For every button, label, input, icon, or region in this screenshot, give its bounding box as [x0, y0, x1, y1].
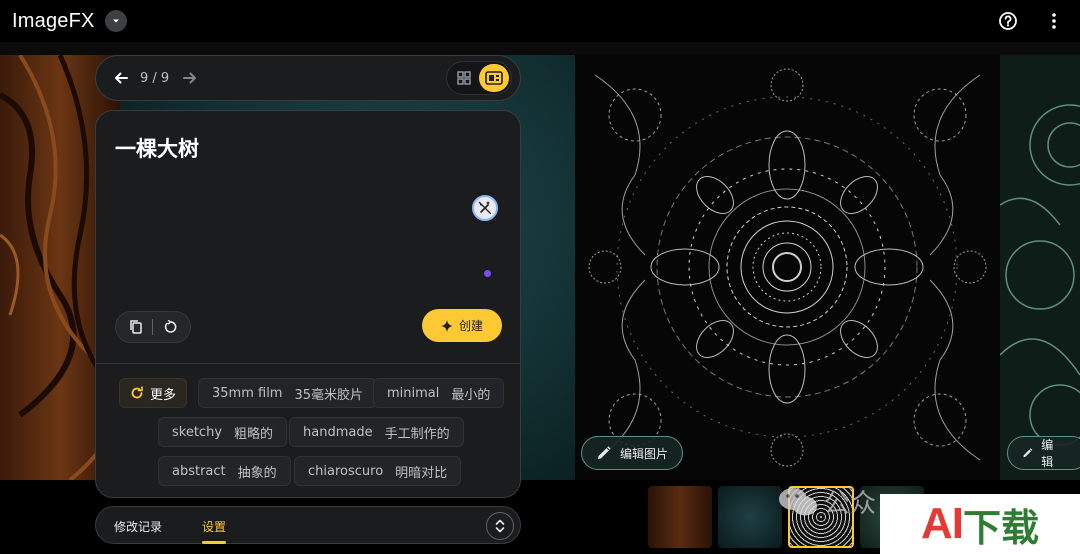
prompt-tools	[115, 311, 191, 343]
create-label: 创建	[458, 319, 483, 333]
more-options-button[interactable]	[1040, 7, 1068, 35]
pencil-icon	[598, 446, 611, 459]
edit-image-button-next[interactable]: 编辑	[1007, 436, 1080, 470]
copy-button[interactable]	[125, 316, 147, 338]
top-bar: ImageFX	[0, 0, 1080, 42]
expand-panel-button[interactable]	[486, 512, 514, 540]
generated-image-main[interactable]	[575, 55, 1000, 480]
image-navigation-bar: 9 / 9	[95, 55, 521, 101]
chip-en-label: 35mm film	[212, 385, 283, 401]
active-tab-indicator	[202, 541, 226, 544]
magic-wand-off-icon	[478, 201, 492, 215]
badge-text: 下载	[962, 505, 1039, 550]
unfold-icon	[495, 519, 505, 533]
cursor-dot	[484, 270, 491, 277]
chip-en-label: sketchy	[172, 424, 223, 440]
chip-en-label: handmade	[303, 424, 373, 440]
suggestion-chip[interactable]: handmade 手工制作的	[289, 417, 464, 447]
thumbnail[interactable]	[648, 486, 712, 548]
grid-view-button[interactable]	[449, 64, 479, 92]
ai-badge-text: AI	[920, 499, 964, 548]
reset-icon	[164, 320, 177, 333]
help-button[interactable]	[994, 7, 1022, 35]
chip-zh-label: 明暗对比	[395, 465, 448, 481]
more-label: 更多	[150, 387, 177, 403]
edit-image-label: 编辑图片	[620, 446, 669, 461]
more-vert-icon	[1052, 13, 1056, 29]
chip-en-label: chiaroscuro	[308, 463, 384, 479]
arrow-left-icon	[115, 72, 128, 84]
chip-zh-label: 最小的	[451, 387, 491, 403]
help-icon	[999, 12, 1017, 30]
wechat-watermark: 公众	[778, 483, 876, 520]
arrow-right-icon	[183, 72, 197, 84]
single-view-icon	[485, 71, 503, 85]
edit-image-label-next: 编辑	[1041, 438, 1054, 469]
view-toggle	[446, 61, 512, 95]
grid-view-icon	[457, 71, 471, 85]
sparkle-icon	[440, 319, 453, 332]
magic-wand-button[interactable]	[472, 195, 498, 221]
pencil-icon	[1023, 448, 1033, 458]
suggestion-chip[interactable]: 35mm film 35毫米胶片	[198, 378, 378, 408]
chip-en-label: abstract	[172, 463, 226, 479]
more-suggestions-button[interactable]: 更多	[119, 378, 188, 408]
next-button[interactable]	[177, 65, 203, 91]
tool-divider	[152, 319, 154, 335]
chip-zh-label: 手工制作的	[384, 426, 450, 442]
chip-zh-label: 35毫米胶片	[294, 387, 364, 403]
card-divider	[96, 363, 520, 364]
suggestion-chip[interactable]: minimal 最小的	[373, 378, 505, 408]
bottom-tabs-bar: 修改记录 设置	[95, 506, 521, 544]
chip-zh-label: 粗略的	[234, 426, 274, 442]
ai-download-badge: AI 下载	[880, 494, 1080, 554]
watermark-text: 公众	[824, 489, 877, 519]
previous-button[interactable]	[108, 65, 134, 91]
chevron-down-icon	[112, 19, 119, 23]
prompt-card: 一棵大树 创建 更多 35mm film 35毫米胶片 minimal 最小的 …	[95, 110, 521, 498]
next-image-preview[interactable]	[1000, 55, 1080, 480]
imagefx-app: ImageFX 编辑图片 编辑 9 / 9 一棵大树 创建 更多 35mm fi…	[0, 0, 1080, 554]
page-indicator: 9 / 9	[140, 70, 170, 86]
create-button[interactable]: 创建	[422, 309, 502, 342]
edit-image-button[interactable]: 编辑图片	[581, 436, 684, 470]
single-view-button[interactable]	[479, 64, 509, 92]
wechat-icon	[779, 487, 817, 515]
suggestion-chip[interactable]: chiaroscuro 明暗对比	[294, 456, 462, 486]
copy-icon	[130, 320, 142, 334]
refresh-icon	[130, 386, 144, 400]
mandala-image	[575, 55, 1000, 480]
app-title: ImageFX	[12, 9, 95, 32]
app-menu-button[interactable]	[104, 10, 127, 32]
chip-en-label: minimal	[387, 385, 440, 401]
reset-button[interactable]	[159, 316, 181, 338]
prompt-text[interactable]: 一棵大树	[115, 133, 199, 163]
tab-settings[interactable]: 设置	[202, 507, 226, 545]
chip-zh-label: 抽象的	[237, 465, 277, 481]
suggestion-chip[interactable]: abstract 抽象的	[158, 456, 291, 486]
thumbnail[interactable]	[718, 486, 782, 548]
tab-history[interactable]: 修改记录	[114, 507, 162, 545]
suggestion-chip[interactable]: sketchy 粗略的	[158, 417, 288, 447]
